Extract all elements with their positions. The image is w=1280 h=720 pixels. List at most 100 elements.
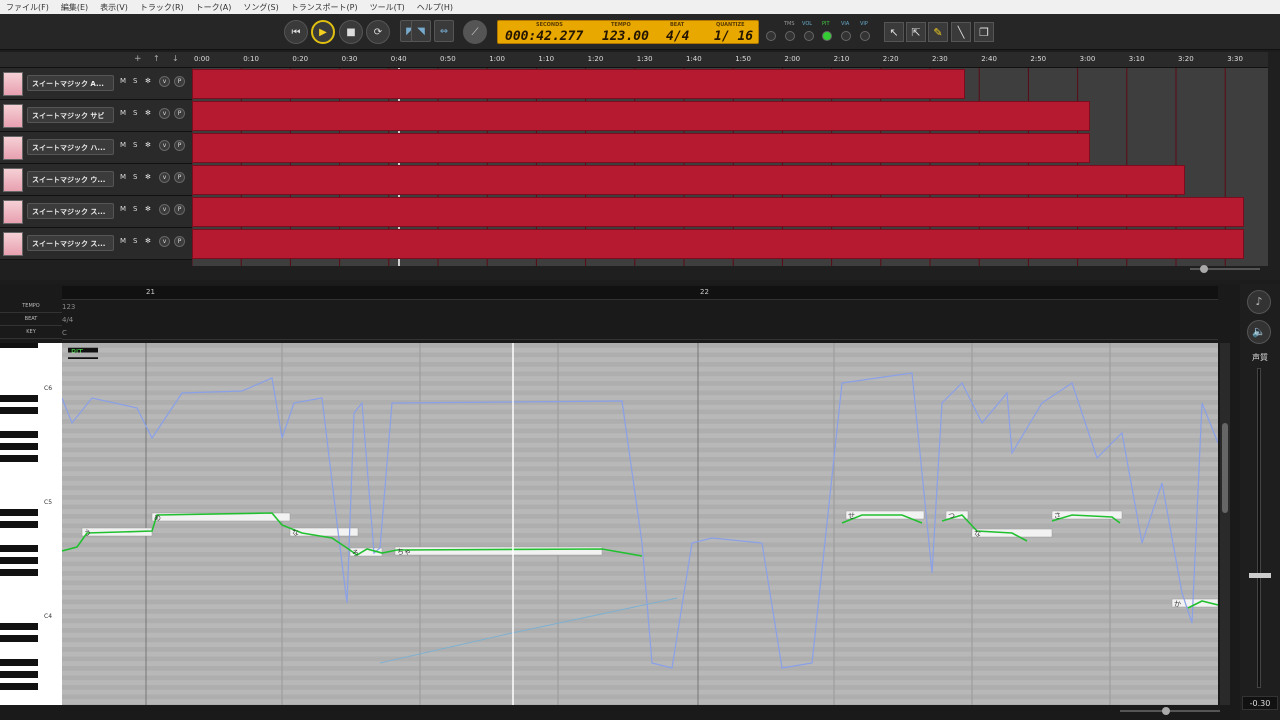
black-key[interactable] — [0, 545, 38, 552]
voice-icon[interactable]: v — [159, 140, 170, 151]
auto-scroll-icon[interactable]: ⇔ — [434, 20, 454, 42]
black-key[interactable] — [0, 455, 38, 462]
knob-5[interactable] — [841, 31, 851, 41]
pan-icon[interactable]: P — [174, 236, 185, 247]
track-clip[interactable] — [192, 229, 1244, 259]
avatar[interactable] — [3, 168, 23, 192]
avatar[interactable] — [3, 232, 23, 256]
beat-value[interactable]: 4/4 — [666, 29, 689, 44]
conductor-track[interactable] — [62, 300, 1218, 340]
track-name[interactable]: スイートマジック ス... — [27, 235, 114, 251]
black-key[interactable] — [0, 557, 38, 564]
horizontal-zoom-slider[interactable] — [1120, 707, 1220, 715]
voice-icon[interactable]: v — [159, 236, 170, 247]
track-header[interactable]: スイートマジック ス... M S ✻ v P — [0, 228, 192, 260]
quantize-value[interactable]: 1/ 16 — [714, 29, 753, 44]
black-key[interactable] — [0, 395, 38, 402]
play-button[interactable]: ▶ — [311, 20, 335, 44]
fx-gear-icon[interactable]: ✻ — [145, 173, 151, 181]
rewind-button[interactable]: ⏮ — [284, 20, 308, 44]
black-key[interactable] — [0, 635, 38, 642]
track-name[interactable]: スイートマジック サビ — [27, 107, 114, 123]
track-header[interactable]: スイートマジック ス... M S ✻ v P — [0, 196, 192, 228]
zoom-slider-thumb[interactable] — [1200, 265, 1208, 273]
mute-button[interactable]: M — [120, 173, 126, 181]
voice-quality-value[interactable]: -0.30 — [1242, 696, 1278, 710]
menu-help[interactable]: ヘルプ(H) — [411, 2, 459, 13]
solo-button[interactable]: S — [133, 109, 137, 117]
voice-icon[interactable]: v — [159, 76, 170, 87]
black-key[interactable] — [0, 569, 38, 576]
fx-gear-icon[interactable]: ✻ — [145, 237, 151, 245]
bar-ruler[interactable]: 21 22 — [62, 286, 1218, 300]
mute-button[interactable]: M — [120, 77, 126, 85]
piano-keyboard[interactable]: C6 C5 C4 — [0, 343, 62, 705]
menu-edit[interactable]: 編集(E) — [55, 2, 94, 13]
pencil-tool-icon[interactable]: ✎ — [928, 22, 948, 42]
piano-roll[interactable]: PIT うめなろちゃせつなさか — [62, 343, 1218, 705]
menu-talk[interactable]: トーク(A) — [190, 2, 238, 13]
solo-button[interactable]: S — [133, 173, 137, 181]
solo-button[interactable]: S — [133, 237, 137, 245]
solo-button[interactable]: S — [133, 205, 137, 213]
horizontal-zoom-thumb[interactable] — [1162, 707, 1170, 715]
select-tool-icon[interactable]: ⇱ — [906, 22, 926, 42]
knob-1[interactable] — [766, 31, 776, 41]
stop-button[interactable]: ■ — [339, 20, 363, 44]
menu-track[interactable]: トラック(R) — [134, 2, 190, 13]
black-key[interactable] — [0, 431, 38, 438]
track-clip[interactable] — [192, 69, 965, 99]
voice-icon[interactable]: v — [159, 204, 170, 215]
move-down-icon[interactable]: ↓ — [172, 54, 179, 63]
menu-view[interactable]: 表示(V) — [94, 2, 134, 13]
zoom-slider[interactable] — [1190, 265, 1260, 273]
voice-icon[interactable]: v — [159, 108, 170, 119]
vertical-scrollbar[interactable] — [1220, 343, 1230, 705]
pan-icon[interactable]: P — [174, 76, 185, 87]
fx-gear-icon[interactable]: ✻ — [145, 141, 151, 149]
pan-icon[interactable]: P — [174, 108, 185, 119]
black-key[interactable] — [0, 521, 38, 528]
vertical-scrollbar-thumb[interactable] — [1222, 423, 1228, 513]
solo-button[interactable]: S — [133, 77, 137, 85]
track-name[interactable]: スイートマジック A... — [27, 75, 114, 91]
menu-song[interactable]: ソング(S) — [237, 2, 284, 13]
track-name[interactable]: スイートマジック ウ... — [27, 171, 114, 187]
loop-button[interactable]: ⟳ — [366, 20, 390, 44]
track-name[interactable]: スイートマジック ハ... — [27, 139, 114, 155]
menu-tools[interactable]: ツール(T) — [364, 2, 411, 13]
tempo-value[interactable]: 123.00 — [602, 29, 649, 44]
pan-icon[interactable]: P — [174, 140, 185, 151]
mute-button[interactable]: M — [120, 109, 126, 117]
mute-button[interactable]: M — [120, 205, 126, 213]
knob-3[interactable] — [804, 31, 814, 41]
track-clip[interactable] — [192, 197, 1244, 227]
track-clip[interactable] — [192, 101, 1090, 131]
voice-icon[interactable]: v — [159, 172, 170, 183]
track-clip[interactable] — [192, 133, 1090, 163]
voice-quality-thumb[interactable] — [1249, 573, 1271, 578]
line-tool-icon[interactable]: ╲ — [951, 22, 971, 42]
knob-2[interactable] — [785, 31, 795, 41]
avatar[interactable] — [3, 72, 23, 96]
move-up-icon[interactable]: ↑ — [153, 54, 160, 63]
avatar[interactable] — [3, 136, 23, 160]
black-key[interactable] — [0, 343, 38, 348]
window-icon[interactable]: ❐ — [974, 22, 994, 42]
black-key[interactable] — [0, 659, 38, 666]
black-key[interactable] — [0, 443, 38, 450]
menu-transport[interactable]: トランスポート(P) — [285, 2, 364, 13]
track-name[interactable]: スイートマジック ス... — [27, 203, 114, 219]
track-clip[interactable] — [192, 165, 1185, 195]
mute-button[interactable]: M — [120, 237, 126, 245]
loop-end-icon[interactable]: ◥ — [411, 20, 431, 42]
fx-gear-icon[interactable]: ✻ — [145, 77, 151, 85]
black-key[interactable] — [0, 509, 38, 516]
black-key[interactable] — [0, 683, 38, 690]
master-knob-icon[interactable]: ⟋ — [463, 20, 487, 44]
track-header[interactable]: スイートマジック A... M S ✻ v P — [0, 68, 192, 100]
avatar[interactable] — [3, 200, 23, 224]
fx-gear-icon[interactable]: ✻ — [145, 205, 151, 213]
track-header[interactable]: スイートマジック サビ M S ✻ v P — [0, 100, 192, 132]
speaker-icon[interactable]: 🔈 — [1247, 320, 1271, 344]
